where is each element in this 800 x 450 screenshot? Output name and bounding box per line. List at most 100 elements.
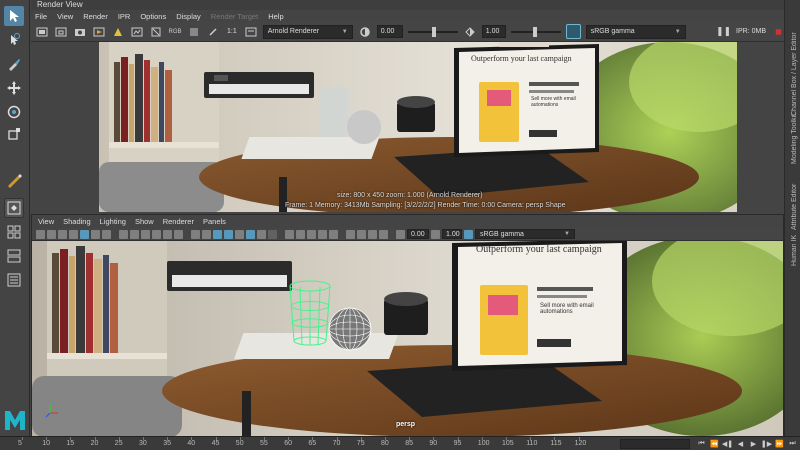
outliner-layout-icon[interactable] [4,270,24,290]
exposure-icon[interactable] [358,25,372,39]
vp-menu-lighting[interactable]: Lighting [100,217,126,226]
camera-attributes-icon[interactable] [47,229,56,239]
gamma-slider-knob[interactable] [532,26,537,37]
vp-view-transform-dropdown[interactable]: sRGB gamma ▼ [475,229,575,239]
vp-menu-panels[interactable]: Panels [203,217,226,226]
step-forward-key-icon[interactable]: ⏩ [774,438,785,449]
hud-icon[interactable] [379,229,388,239]
vp-menu-shading[interactable]: Shading [63,217,91,226]
move-tool-icon[interactable] [4,78,24,98]
tab-channel-box[interactable]: Channel Box / Layer Editor [791,6,798,116]
vp-exposure-icon[interactable] [396,229,405,239]
lasso-tool-icon[interactable] [4,30,24,50]
vp-exposure-field[interactable]: 0.00 [407,229,429,239]
remove-image-icon[interactable] [149,25,163,39]
real-size-button[interactable]: 1:1 [225,28,239,35]
grease-pencil-icon[interactable] [80,229,89,239]
go-to-end-icon[interactable]: ⏭ [787,438,798,449]
tab-modeling-toolkit[interactable]: Modeling Toolkit [791,104,798,164]
play-backwards-icon[interactable]: ◀ [735,438,746,449]
pause-ipr-icon[interactable]: ❚❚ [716,25,731,39]
menu-file[interactable]: File [35,12,47,21]
safe-action-icon[interactable] [163,229,172,239]
motion-blur-icon[interactable] [307,229,316,239]
exposure-slider-knob[interactable] [431,26,436,37]
ipr-render-icon[interactable] [92,25,106,39]
vp-color-management-icon[interactable] [464,229,473,239]
isolate-select-icon[interactable] [285,229,294,239]
textured-icon[interactable] [224,229,233,239]
toggle-info-icon[interactable] [244,25,258,39]
exposure-slider[interactable] [407,26,458,37]
vp-menu-renderer[interactable]: Renderer [163,217,194,226]
ambient-occlusion-icon[interactable] [296,229,305,239]
gamma-slider[interactable] [510,26,561,37]
viewport-layout-icon[interactable] [357,229,366,239]
gate-mask-icon[interactable] [141,229,150,239]
display-alpha-icon[interactable] [187,25,201,39]
render-region-icon[interactable] [54,25,68,39]
xray-joints-icon[interactable] [268,229,277,239]
anti-aliasing-icon[interactable] [318,229,327,239]
step-back-frame-icon[interactable]: ◀❚ [722,438,733,449]
depth-of-field-icon[interactable] [329,229,338,239]
wireframe-on-shaded-icon[interactable] [213,229,222,239]
wireframe-icon[interactable] [191,229,200,239]
vp-menu-show[interactable]: Show [135,217,154,226]
step-forward-frame-icon[interactable]: ❚▶ [761,438,772,449]
xray-icon[interactable] [257,229,266,239]
menu-ipr[interactable]: IPR [118,12,131,21]
compare-icon[interactable] [206,25,220,39]
step-back-key-icon[interactable]: ⏪ [709,438,720,449]
snapshot-icon[interactable] [73,25,87,39]
high-quality-icon[interactable] [368,229,377,239]
view-transform-dropdown[interactable]: sRGB gamma ▼ [585,24,686,39]
tab-attribute-editor[interactable]: Attribute Editor [791,170,798,230]
select-camera-icon[interactable] [36,229,45,239]
single-perspective-layout-icon[interactable] [4,198,24,218]
menu-help[interactable]: Help [268,12,283,21]
vp-menu-view[interactable]: View [38,217,54,226]
film-gate-icon[interactable] [119,229,128,239]
vp-gamma-field[interactable]: 1.00 [442,229,462,239]
gamma-field[interactable]: 1.00 [481,25,506,38]
safe-title-icon[interactable] [174,229,183,239]
gamma-icon[interactable] [463,25,477,39]
menu-options[interactable]: Options [140,12,166,21]
last-tool-icon[interactable] [4,170,24,190]
play-forwards-icon[interactable]: ▶ [748,438,759,449]
channel-rgb-icon[interactable]: RGB [168,25,182,39]
vp-gamma-icon[interactable] [431,229,440,239]
paint-select-tool-icon[interactable] [4,54,24,74]
stop-ipr-icon[interactable] [773,25,784,39]
time-slider[interactable]: 5 10 15 20 25 30 35 40 45 50 55 60 65 70 75 80 85 90 95 100… [0,436,800,450]
select-tool-icon[interactable] [4,6,24,26]
rotate-tool-icon[interactable] [4,102,24,122]
menu-display[interactable]: Display [176,12,201,21]
viewport-scene[interactable]: Outperform your last campaign Sell more … [32,241,783,437]
redo-render-icon[interactable] [35,25,49,39]
two-view-layout-icon[interactable] [4,246,24,266]
camera-settings-icon[interactable] [346,229,355,239]
exposure-field[interactable]: 0.00 [376,25,403,38]
go-to-start-icon[interactable]: ⏮ [696,438,707,449]
perspective-viewport[interactable]: View Shading Lighting Show Renderer Pane… [31,214,784,437]
renderer-dropdown[interactable]: Arnold Renderer ▼ [262,24,353,39]
keep-image-icon[interactable] [130,25,144,39]
use-all-lights-icon[interactable] [235,229,244,239]
2d-pan-zoom-icon[interactable] [91,229,100,239]
tab-human-ik[interactable]: Human IK [791,235,798,266]
scale-tool-icon[interactable] [4,124,24,144]
refresh-ipr-icon[interactable] [111,25,125,39]
menu-view[interactable]: View [57,12,73,21]
menu-render[interactable]: Render [83,12,108,21]
bookmarks-icon[interactable] [58,229,67,239]
shadows-icon[interactable] [246,229,255,239]
grid-icon[interactable] [102,229,111,239]
current-frame-field[interactable] [620,439,690,449]
color-management-toggle[interactable] [565,24,581,39]
smooth-shade-icon[interactable] [202,229,211,239]
image-plane-icon[interactable] [69,229,78,239]
resolution-gate-icon[interactable] [130,229,139,239]
field-chart-icon[interactable] [152,229,161,239]
